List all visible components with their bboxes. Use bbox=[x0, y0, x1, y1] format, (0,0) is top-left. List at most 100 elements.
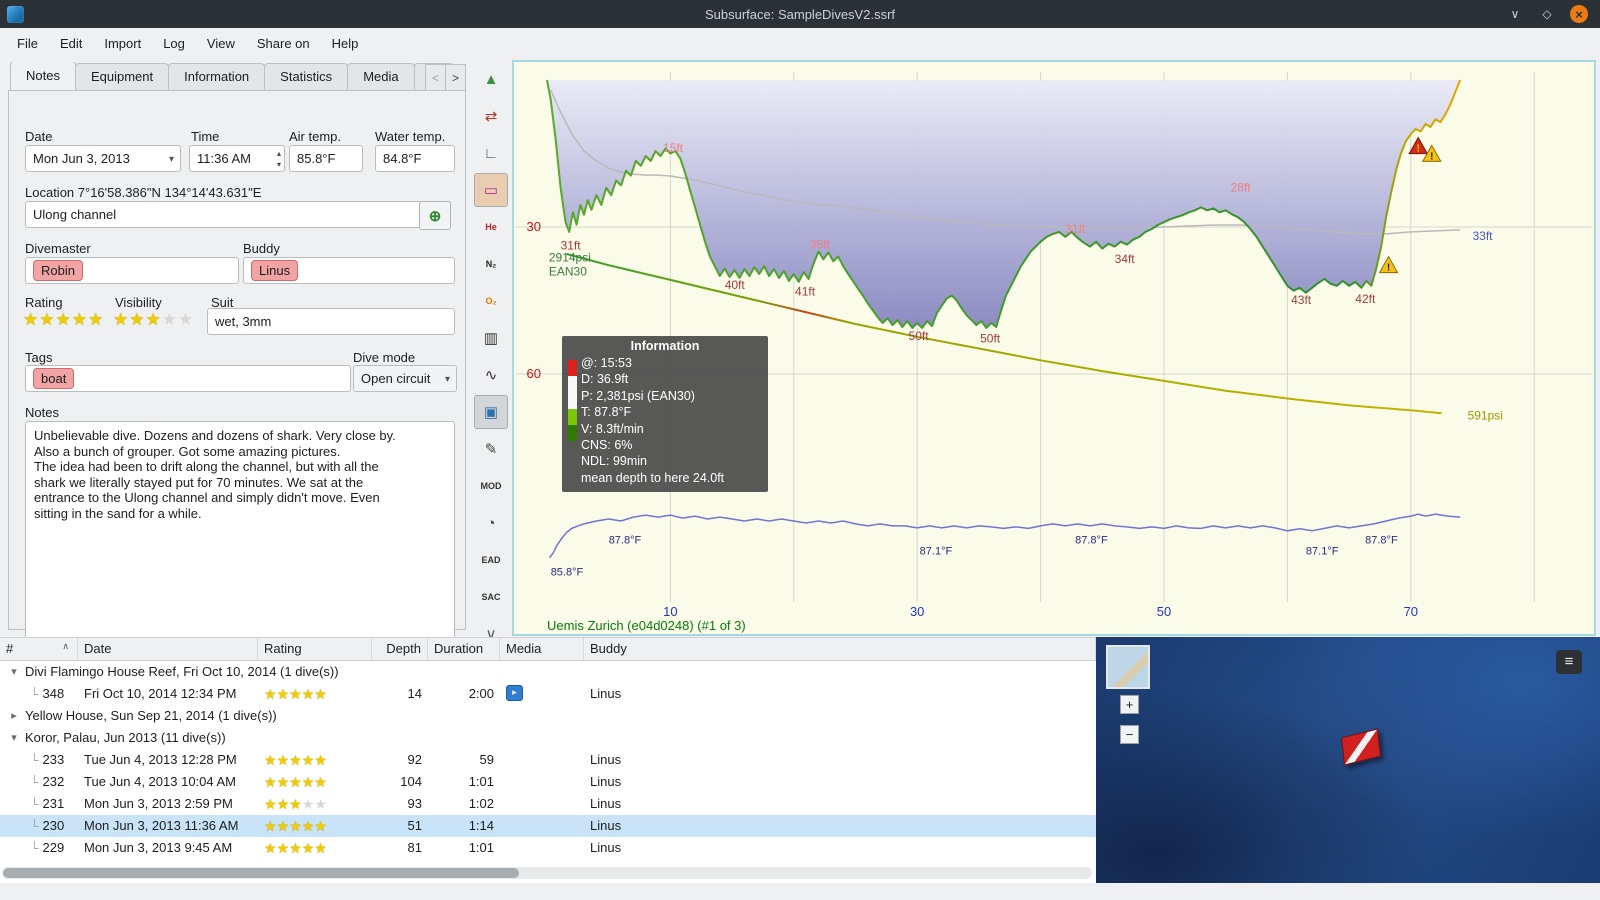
spinner-arrows[interactable]: ▴ ▾ bbox=[277, 148, 281, 170]
dive-row[interactable]: └ 232 Tue Jun 4, 2013 10:04 AM ★ ★ ★ ★ ★ 104 1:01… bbox=[0, 771, 1096, 793]
tab-media[interactable]: Media bbox=[347, 63, 415, 90]
tab-scroll-right-button[interactable]: > bbox=[445, 64, 466, 91]
column-header-depth[interactable]: Depth bbox=[372, 638, 428, 660]
airtemp-field[interactable]: 85.8°F bbox=[289, 145, 363, 172]
tab-statistics[interactable]: Statistics bbox=[264, 63, 349, 90]
tab-information[interactable]: Information bbox=[168, 63, 266, 90]
pp-n2-icon[interactable]: N₂ bbox=[474, 247, 508, 281]
suit-input[interactable]: wet, 3mm bbox=[207, 308, 455, 335]
map-zoom-out-button[interactable]: − bbox=[1120, 725, 1139, 744]
dive-flag-marker[interactable] bbox=[1341, 728, 1381, 766]
scale-icon[interactable]: ▲ bbox=[474, 62, 508, 96]
ead-icon[interactable]: EAD bbox=[474, 543, 508, 577]
trip-row[interactable]: ▸ Yellow House, Sun Sep 21, 2014 (1 dive(… bbox=[0, 705, 1096, 727]
trip-row[interactable]: ▾ Koror, Palau, Jun 2013 (11 dive(s)) bbox=[0, 727, 1096, 749]
menu-import[interactable]: Import bbox=[93, 32, 152, 55]
column-header-duration[interactable]: Duration bbox=[428, 638, 500, 660]
menu-log[interactable]: Log bbox=[152, 32, 196, 55]
time-tick: 50 bbox=[1157, 604, 1171, 619]
trip-row[interactable]: ▾ Divi Flamingo House Reef, Fri Oct 10, 2… bbox=[0, 661, 1096, 683]
picture-locations-icon[interactable]: ▣ bbox=[474, 395, 508, 429]
deco-clock-icon[interactable]: ◔ bbox=[474, 506, 508, 540]
ruler-icon[interactable]: ∟ bbox=[474, 136, 508, 170]
buddy-chip[interactable]: Linus bbox=[251, 260, 299, 281]
dive-row[interactable]: └ 230 Mon Jun 3, 2013 11:36 AM ★ ★ ★ ★ ★ 51 1:14 L… bbox=[0, 815, 1096, 837]
minimize-button[interactable]: ∨ bbox=[1506, 5, 1524, 23]
sac-icon[interactable]: SAC bbox=[474, 580, 508, 614]
titlebar[interactable]: Subsurface: SampleDivesV2.ssrf ∨ ◇ × bbox=[0, 0, 1600, 28]
dive-media bbox=[500, 749, 584, 771]
column-header-date[interactable]: Date bbox=[78, 638, 258, 660]
column-header-number[interactable]: # ∧ bbox=[0, 638, 78, 660]
scrollbar-thumb[interactable] bbox=[3, 868, 519, 878]
ead-icon: EAD bbox=[481, 555, 501, 565]
expand-trip-icon[interactable]: ▸ bbox=[8, 705, 20, 727]
menu-file[interactable]: File bbox=[6, 32, 49, 55]
column-header-buddy[interactable]: Buddy bbox=[584, 638, 1096, 660]
star-empty-icon[interactable]: ★ bbox=[162, 310, 177, 330]
buddy-input[interactable]: Linus bbox=[243, 257, 455, 284]
rating-stars[interactable]: ★ ★ ★ ★ ★ bbox=[23, 310, 104, 330]
menu-help[interactable]: Help bbox=[321, 32, 370, 55]
menu-share-on[interactable]: Share on bbox=[246, 32, 321, 55]
visibility-stars[interactable]: ★ ★ ★ ★ ★ bbox=[113, 310, 194, 330]
dive-row[interactable]: └ 229 Mon Jun 3, 2013 9:45 AM ★ ★ ★ ★ ★ 81 1:01 Li… bbox=[0, 837, 1096, 859]
divemaster-chip[interactable]: Robin bbox=[33, 260, 83, 281]
tissues-icon[interactable]: ▥ bbox=[474, 321, 508, 355]
collapse-trip-icon[interactable]: ▾ bbox=[8, 727, 20, 749]
info-line: D: 36.9ft bbox=[581, 372, 629, 387]
dive-row[interactable]: └ 231 Mon Jun 3, 2013 2:59 PM ★ ★ ★ ★ ★ 93 1:02 Li… bbox=[0, 793, 1096, 815]
divemaster-input[interactable]: Robin bbox=[25, 257, 239, 284]
edit-location-button[interactable]: ⊕ bbox=[419, 201, 451, 230]
tags-input[interactable]: boat bbox=[25, 365, 351, 392]
mod-icon[interactable]: MOD bbox=[474, 469, 508, 503]
temperature-annotation: 87.1°F bbox=[920, 545, 953, 557]
map-zoom-in-button[interactable]: + bbox=[1120, 695, 1139, 714]
menu-edit[interactable]: Edit bbox=[49, 32, 93, 55]
map-overview-thumbnail[interactable] bbox=[1106, 645, 1150, 689]
heartrate-icon[interactable]: ∿ bbox=[474, 358, 508, 392]
notes-textarea[interactable]: Unbelievable dive. Dozens and dozens of … bbox=[25, 421, 455, 645]
star-empty-icon[interactable]: ★ bbox=[178, 310, 193, 330]
show-photos-icon[interactable]: ▭ bbox=[474, 173, 508, 207]
star-filled-icon[interactable]: ★ bbox=[23, 310, 38, 330]
divemaster-label: Divemaster bbox=[25, 241, 91, 256]
menu-view[interactable]: View bbox=[196, 32, 246, 55]
star-filled-icon[interactable]: ★ bbox=[39, 310, 54, 330]
divemode-select[interactable]: Open circuit ▾ bbox=[353, 365, 457, 392]
maximize-button[interactable]: ◇ bbox=[1538, 5, 1556, 23]
dive-row[interactable]: └ 348 Fri Oct 10, 2014 12:34 PM ★ ★ ★ ★ ★ 14 2:00… bbox=[0, 683, 1096, 705]
location-input[interactable]: Ulong channel bbox=[25, 201, 425, 228]
chevron-down-icon[interactable]: ▾ bbox=[169, 146, 174, 171]
column-header-rating[interactable]: Rating bbox=[258, 638, 372, 660]
star-filled-icon[interactable]: ★ bbox=[72, 310, 87, 330]
tab-notes[interactable]: Notes bbox=[10, 62, 76, 90]
tag-chip[interactable]: boat bbox=[33, 368, 75, 389]
pp-he-icon[interactable]: He bbox=[474, 210, 508, 244]
close-button[interactable]: × bbox=[1570, 5, 1588, 23]
watertemp-field[interactable]: 84.8°F bbox=[375, 145, 455, 172]
spin-down-icon[interactable]: ▾ bbox=[277, 159, 281, 170]
pp-o2-icon[interactable]: O₂ bbox=[474, 284, 508, 318]
column-header-media[interactable]: Media bbox=[500, 638, 584, 660]
chevron-down-icon[interactable]: ▾ bbox=[445, 366, 450, 391]
zoom-reset-icon[interactable]: ⇄ bbox=[474, 99, 508, 133]
horizontal-scrollbar[interactable] bbox=[2, 867, 1092, 879]
dive-row[interactable]: └ 233 Tue Jun 4, 2013 12:28 PM ★ ★ ★ ★ ★ 92 59 Lin… bbox=[0, 749, 1096, 771]
map-menu-button[interactable]: ≡ bbox=[1556, 650, 1582, 674]
time-spinbox[interactable]: 11:36 AM ▴ ▾ bbox=[189, 145, 285, 172]
star-filled-icon[interactable]: ★ bbox=[129, 310, 144, 330]
date-combobox[interactable]: Mon Jun 3, 2013 ▾ bbox=[25, 145, 181, 172]
star-filled-icon[interactable]: ★ bbox=[146, 310, 161, 330]
gas-pen-icon[interactable]: ✎ bbox=[474, 432, 508, 466]
dive-site-map[interactable]: + − ≡ bbox=[1096, 637, 1600, 883]
tab-scroll-left-button[interactable]: < bbox=[425, 64, 446, 91]
star-filled-icon[interactable]: ★ bbox=[88, 310, 103, 330]
spin-up-icon[interactable]: ▴ bbox=[277, 148, 281, 159]
media-icon[interactable]: ▸ bbox=[506, 685, 523, 702]
star-filled-icon[interactable]: ★ bbox=[113, 310, 128, 330]
star-filled-icon[interactable]: ★ bbox=[56, 310, 71, 330]
tab-equipment[interactable]: Equipment bbox=[74, 63, 170, 90]
dive-number: 230 bbox=[42, 818, 65, 833]
collapse-trip-icon[interactable]: ▾ bbox=[8, 661, 20, 683]
